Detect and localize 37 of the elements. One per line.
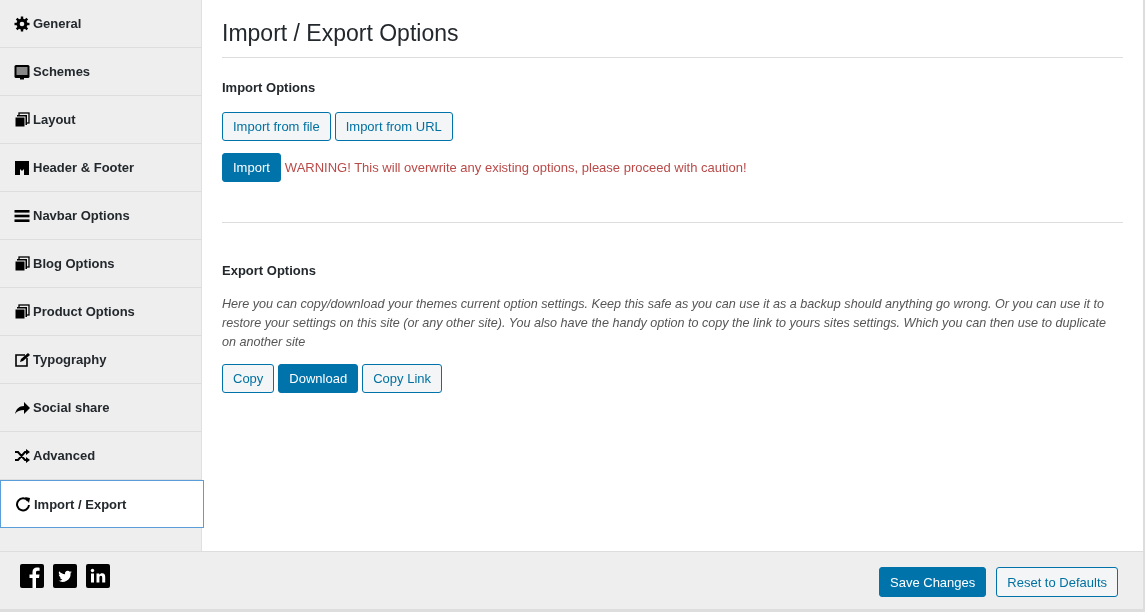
sidebar-item[interactable]: Header & Footer bbox=[0, 144, 201, 192]
sidebar-item[interactable]: Navbar Options bbox=[0, 192, 201, 240]
export-button[interactable]: Download bbox=[278, 364, 359, 393]
edit-icon bbox=[14, 351, 30, 368]
sidebar-item[interactable]: Social share bbox=[0, 384, 201, 432]
sidebar-item[interactable]: Layout bbox=[0, 96, 201, 144]
reset-button[interactable]: Reset to Defaults bbox=[996, 567, 1118, 597]
refresh-icon bbox=[15, 496, 31, 512]
export-button[interactable]: Copy bbox=[222, 364, 275, 393]
import-source-button[interactable]: Import from URL bbox=[334, 112, 453, 141]
twitter-icon[interactable] bbox=[53, 564, 77, 588]
export-button[interactable]: Copy Link bbox=[362, 364, 442, 393]
stacked-pages-icon bbox=[14, 255, 30, 272]
stacked-pages-icon bbox=[14, 111, 30, 128]
section-heading: Import Options bbox=[222, 80, 317, 95]
sidebar-item[interactable]: Schemes bbox=[0, 48, 201, 96]
page-title: Import / Export Options bbox=[222, 20, 1123, 58]
save-button[interactable]: Save Changes bbox=[879, 567, 987, 597]
menu-icon bbox=[14, 207, 30, 224]
sidebar-item[interactable]: Typography bbox=[0, 336, 201, 384]
sidebar-item[interactable]: General bbox=[0, 0, 201, 48]
section-heading: Export Options bbox=[222, 263, 317, 278]
import-source-button[interactable]: Import from file bbox=[222, 112, 331, 141]
description-text: Here you can copy/download your themes current option settings. Keep this safe as you can use it as a backup should anything go wrong. Or you can use it to restore your settings on this site (or any other site). You also have the handy option to copy the link to yours sites settings. Which you can then use to duplicate on another site bbox=[222, 296, 1107, 351]
linkedin-icon[interactable] bbox=[86, 564, 110, 588]
facebook-icon[interactable] bbox=[20, 564, 44, 588]
warning-text: WARNING! This will overwrite any existing options, please proceed with caution! bbox=[284, 160, 747, 175]
import-button[interactable]: Import bbox=[222, 153, 281, 182]
sidebar-item[interactable]: Import / Export bbox=[0, 480, 204, 528]
stacked-pages-icon bbox=[14, 303, 30, 320]
sidebar-item[interactable]: Product Options bbox=[0, 288, 201, 336]
bookmark-icon bbox=[14, 159, 30, 176]
gear-icon bbox=[14, 15, 30, 32]
shuffle-icon bbox=[14, 447, 30, 464]
monitor-icon bbox=[14, 63, 30, 80]
share-arrow-icon bbox=[14, 399, 30, 416]
sidebar-item[interactable]: Blog Options bbox=[0, 240, 201, 288]
